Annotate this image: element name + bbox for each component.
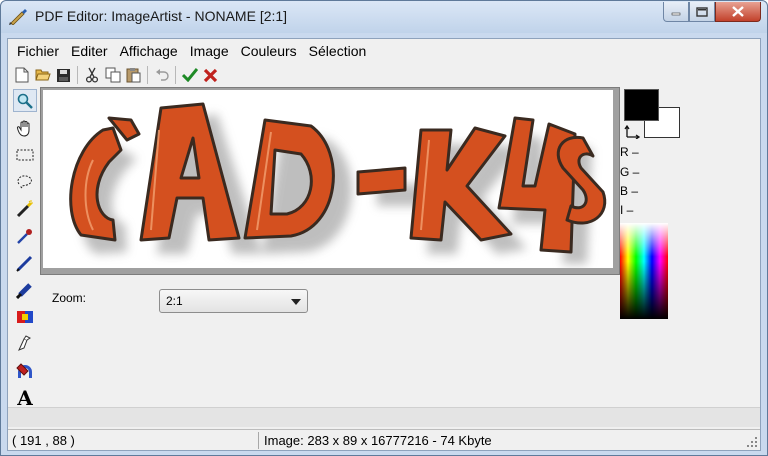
eraser-icon: [18, 334, 31, 351]
close-button[interactable]: [715, 2, 761, 22]
menu-fichier[interactable]: Fichier: [11, 40, 65, 62]
rect-select-icon: [16, 149, 34, 160]
brush-icon: [16, 282, 32, 299]
hand-icon: [17, 120, 30, 137]
green-value: G –: [620, 165, 640, 179]
toolbar-separator: [147, 66, 148, 84]
resize-grip-icon[interactable]: [746, 436, 758, 448]
color-spectrum-picker[interactable]: [620, 223, 668, 319]
open-button[interactable]: [32, 65, 53, 85]
new-file-icon: [15, 67, 28, 83]
text-tool[interactable]: A: [13, 386, 37, 409]
close-icon: [732, 6, 744, 17]
hand-tool[interactable]: [13, 116, 37, 139]
menu-bar: Fichier Editer Affichage Image Couleurs …: [8, 39, 760, 63]
lasso-tool[interactable]: [13, 170, 37, 193]
undo-button[interactable]: [151, 65, 172, 85]
foreground-color-swatch[interactable]: [624, 89, 659, 121]
toolbar-separator: [77, 66, 78, 84]
magic-wand-icon: [16, 199, 33, 217]
dropdown-arrow-icon: [291, 299, 301, 305]
menu-image[interactable]: Image: [184, 40, 235, 62]
rect-select-tool[interactable]: [13, 143, 37, 166]
blue-value: B –: [620, 184, 639, 198]
cancel-button[interactable]: [200, 65, 221, 85]
color-replace-tool[interactable]: [13, 305, 37, 328]
fill-tool[interactable]: [13, 359, 37, 382]
menu-couleurs[interactable]: Couleurs: [235, 40, 303, 62]
minimize-icon: [671, 12, 681, 15]
swap-colors-icon[interactable]: [624, 123, 642, 139]
image-canvas[interactable]: [43, 90, 613, 268]
ok-check-icon: [181, 68, 198, 82]
save-button[interactable]: [53, 65, 74, 85]
zoom-tool[interactable]: [13, 89, 37, 112]
status-divider: [258, 432, 259, 449]
intensity-value: I –: [620, 203, 634, 217]
lasso-icon: [17, 174, 32, 189]
new-file-button[interactable]: [11, 65, 32, 85]
maximize-icon: [696, 6, 708, 17]
minimize-button[interactable]: [663, 2, 689, 22]
paste-icon: [126, 68, 141, 83]
status-bar: ( 191 , 88 ) Image: 283 x 89 x 16777216 …: [8, 429, 760, 450]
brush-tool[interactable]: [13, 278, 37, 301]
image-info: Image: 283 x 89 x 16777216 - 74 Kbyte: [264, 433, 492, 448]
text-icon: A: [17, 385, 33, 410]
pencil-tool[interactable]: [13, 251, 37, 274]
cut-icon: [85, 67, 98, 83]
open-folder-icon: [34, 69, 51, 81]
toolbar-separator: [175, 66, 176, 84]
save-icon: [57, 68, 70, 82]
paste-button[interactable]: [123, 65, 144, 85]
undo-icon: [155, 69, 169, 81]
client-area: Fichier Editer Affichage Image Couleurs …: [7, 38, 761, 451]
zoom-dropdown[interactable]: 2:1: [159, 289, 308, 313]
canvas-frame: [40, 87, 620, 275]
red-value: R –: [620, 145, 639, 159]
pencil-icon: [16, 255, 33, 272]
ok-button[interactable]: [179, 65, 200, 85]
fill-icon: [16, 362, 32, 378]
maximize-button[interactable]: [689, 2, 715, 22]
eyedropper-icon: [17, 228, 32, 244]
horizontal-scrollbar[interactable]: [8, 407, 760, 427]
color-panel: R – G – B – I –: [620, 87, 760, 327]
copy-button[interactable]: [102, 65, 123, 85]
window-title: PDF Editor: ImageArtist - NONAME [2:1]: [35, 8, 288, 24]
title-bar[interactable]: PDF Editor: ImageArtist - NONAME [2:1]: [1, 1, 767, 33]
toolbar: [8, 63, 760, 87]
graffiti-logo-image: [69, 102, 607, 264]
eraser-tool[interactable]: [13, 332, 37, 355]
cancel-x-icon: [203, 68, 218, 82]
zoom-value: 2:1: [166, 294, 183, 308]
cursor-coordinates: ( 191 , 88 ): [12, 433, 75, 448]
color-replace-icon: [17, 310, 33, 323]
menu-editer[interactable]: Editer: [65, 40, 114, 62]
zoom-label: Zoom:: [52, 291, 87, 305]
app-icon: [9, 9, 27, 25]
eyedropper-tool[interactable]: [13, 224, 37, 247]
menu-selection[interactable]: Sélection: [303, 40, 373, 62]
magic-wand-tool[interactable]: [13, 197, 37, 220]
copy-icon: [105, 67, 120, 83]
zoom-icon: [17, 93, 33, 109]
menu-affichage[interactable]: Affichage: [114, 40, 184, 62]
tool-palette: A: [10, 89, 40, 439]
app-window: PDF Editor: ImageArtist - NONAME [2:1] F…: [0, 0, 768, 456]
cut-button[interactable]: [81, 65, 102, 85]
